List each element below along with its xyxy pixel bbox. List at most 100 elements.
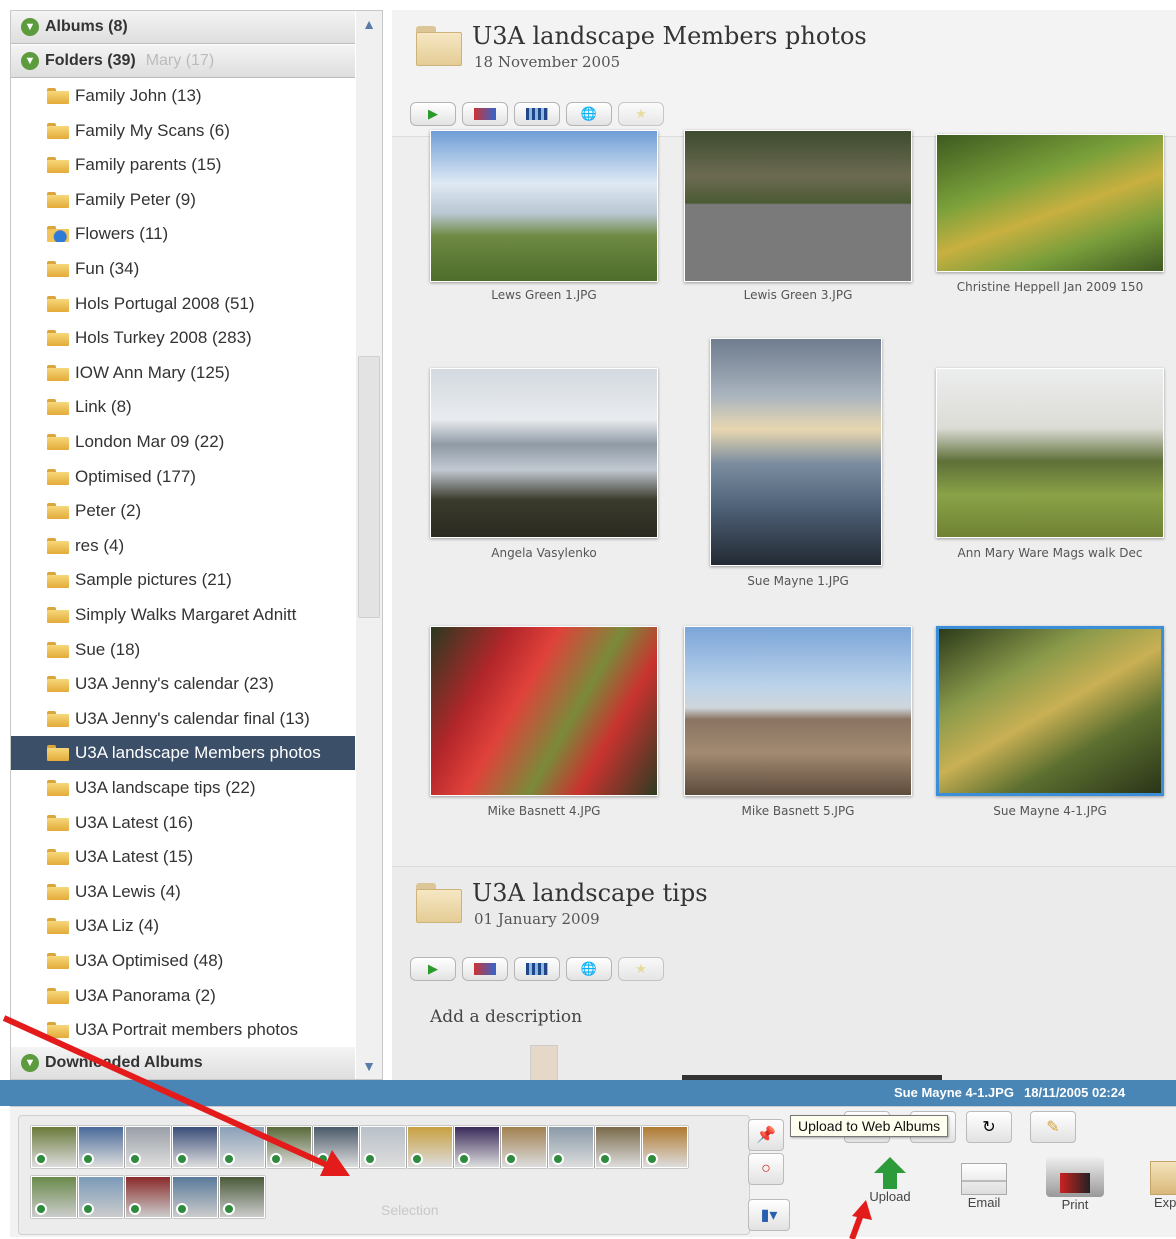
scroll-up-icon[interactable]: ▲	[360, 15, 378, 33]
play-slideshow-icon[interactable]: ▶	[410, 957, 456, 981]
downloaded-albums-header[interactable]: ▼ Downloaded Albums	[11, 1047, 355, 1079]
star-icon[interactable]: ★	[618, 957, 664, 981]
chevron-down-icon[interactable]: ▼	[21, 1054, 39, 1072]
folder-item[interactable]: Family Peter (9)	[11, 183, 355, 217]
photo-thumbnail[interactable]	[430, 130, 658, 282]
upload-photos-icon[interactable]	[462, 957, 508, 981]
folder-item[interactable]: Family My Scans (6)	[11, 114, 355, 148]
albums-section-header[interactable]: ▼ Albums (8)	[11, 11, 355, 44]
play-slideshow-icon[interactable]: ▶	[410, 102, 456, 126]
photo-thumbnail[interactable]	[430, 626, 658, 796]
photo-thumbnail[interactable]	[684, 130, 912, 282]
album-title[interactable]: U3A landscape Members photos	[472, 22, 867, 50]
photo-caption: Sue Mayne 4-1.JPG	[993, 804, 1107, 818]
selected-dot-icon	[129, 1203, 141, 1215]
tray-thumbnail[interactable]	[407, 1126, 453, 1168]
folder-item[interactable]: Family parents (15)	[11, 148, 355, 182]
folder-item[interactable]: Sample pictures (21)	[11, 563, 355, 597]
tray-thumbnail[interactable]	[125, 1176, 171, 1218]
folder-item[interactable]: U3A Portrait members photos	[11, 1013, 355, 1047]
tray-thumbnail[interactable]	[360, 1126, 406, 1168]
scroll-down-icon[interactable]: ▼	[360, 1057, 378, 1075]
album-header: U3A landscape tips 01 January 2009 ▶ 🌐 ★…	[392, 866, 1176, 1080]
photo-thumbnail[interactable]	[936, 134, 1164, 272]
folder-item[interactable]: U3A Latest (15)	[11, 840, 355, 874]
tray-thumbnail[interactable]	[78, 1126, 124, 1168]
album-folder-icon	[416, 26, 462, 66]
folder-item[interactable]: Optimised (177)	[11, 460, 355, 494]
folder-item[interactable]: U3A Latest (16)	[11, 806, 355, 840]
photo-thumbnail[interactable]	[430, 368, 658, 538]
partial-photo[interactable]	[530, 1045, 558, 1080]
folder-item[interactable]: IOW Ann Mary (125)	[11, 356, 355, 390]
tray-thumbnail[interactable]	[642, 1126, 688, 1168]
tray-thumbnail[interactable]	[501, 1126, 547, 1168]
folder-item[interactable]: Simply Walks Margaret Adnitt	[11, 598, 355, 632]
tray-thumbnail[interactable]	[78, 1176, 124, 1218]
movie-icon[interactable]	[514, 102, 560, 126]
album-title[interactable]: U3A landscape tips	[472, 879, 708, 907]
tray-thumbnail[interactable]	[125, 1126, 171, 1168]
upload-photos-icon[interactable]	[462, 102, 508, 126]
folder-item[interactable]: U3A landscape tips (22)	[11, 771, 355, 805]
tray-thumbnail[interactable]	[172, 1126, 218, 1168]
geotag-globe-icon[interactable]: 🌐	[566, 102, 612, 126]
upload-button[interactable]: Upload	[860, 1157, 920, 1204]
tray-thumbnail[interactable]	[454, 1126, 500, 1168]
folders-section-header[interactable]: ▼ Folders (39) Mary (17)	[11, 45, 355, 78]
photo-thumbnail[interactable]	[936, 626, 1164, 796]
folder-item[interactable]: Flowers (11)	[11, 217, 355, 251]
tray-thumbnail[interactable]	[313, 1126, 359, 1168]
tray-thumbnail[interactable]	[219, 1126, 265, 1168]
clear-selection-icon[interactable]: ○	[748, 1153, 784, 1185]
chevron-down-icon[interactable]: ▼	[21, 18, 39, 36]
folder-icon	[47, 157, 69, 174]
photo-thumbnail[interactable]	[710, 338, 882, 566]
email-button[interactable]: Email	[954, 1163, 1014, 1210]
tray-thumbnail[interactable]	[219, 1176, 265, 1218]
rotate-right-icon[interactable]: ↻	[966, 1111, 1012, 1143]
folder-item[interactable]: U3A Lewis (4)	[11, 875, 355, 909]
folder-item[interactable]: Peter (2)	[11, 494, 355, 528]
tray-thumbnail[interactable]	[31, 1126, 77, 1168]
folder-item[interactable]: Sue (18)	[11, 633, 355, 667]
tray-thumbnail[interactable]	[31, 1176, 77, 1218]
add-to-album-dropdown[interactable]: ▮▾	[748, 1199, 790, 1231]
folder-item[interactable]: U3A Panorama (2)	[11, 979, 355, 1013]
tray-thumbnail[interactable]	[595, 1126, 641, 1168]
tray-thumbnail[interactable]	[548, 1126, 594, 1168]
tray-thumbnail[interactable]	[172, 1176, 218, 1218]
add-description-field[interactable]: Add a description	[430, 1007, 582, 1027]
folder-scrollbar[interactable]: ▲ ▼	[356, 10, 383, 1080]
chevron-down-icon[interactable]: ▼	[21, 52, 39, 70]
export-button[interactable]: Expo	[1140, 1161, 1176, 1210]
scrollbar-thumb[interactable]	[358, 356, 380, 618]
printer-icon	[1046, 1157, 1104, 1197]
photo-thumbnail[interactable]	[684, 626, 912, 796]
folder-item[interactable]: res (4)	[11, 529, 355, 563]
folder-item[interactable]: Link (8)	[11, 390, 355, 424]
selected-dot-icon	[82, 1153, 94, 1165]
movie-icon[interactable]	[514, 957, 560, 981]
folder-item[interactable]: U3A Jenny's calendar final (13)	[11, 702, 355, 736]
folder-item[interactable]: U3A Optimised (48)	[11, 944, 355, 978]
star-icon[interactable]: ★	[618, 102, 664, 126]
folder-item[interactable]: Family John (13)	[11, 79, 355, 113]
folder-item[interactable]: Hols Portugal 2008 (51)	[11, 287, 355, 321]
folder-item[interactable]: U3A landscape Members photos	[11, 736, 355, 771]
folder-label: U3A landscape Members photos	[75, 743, 321, 763]
folder-item[interactable]: U3A Liz (4)	[11, 909, 355, 943]
folder-item[interactable]: London Mar 09 (22)	[11, 425, 355, 459]
tray-thumbnail[interactable]	[266, 1126, 312, 1168]
folder-item[interactable]: U3A Jenny's calendar (23)	[11, 667, 355, 701]
folder-item[interactable]: Hols Turkey 2008 (283)	[11, 321, 355, 355]
caption-icon[interactable]: ✎	[1030, 1111, 1076, 1143]
photo-thumbnail[interactable]	[936, 368, 1164, 538]
selection-tray[interactable]: Selection	[18, 1115, 750, 1235]
pin-icon[interactable]: 📌	[748, 1119, 784, 1151]
folder-label: U3A Panorama (2)	[75, 985, 216, 1005]
print-button[interactable]: Print	[1040, 1157, 1110, 1212]
folder-icon	[47, 814, 69, 831]
geotag-globe-icon[interactable]: 🌐	[566, 957, 612, 981]
folder-item[interactable]: Fun (34)	[11, 252, 355, 286]
